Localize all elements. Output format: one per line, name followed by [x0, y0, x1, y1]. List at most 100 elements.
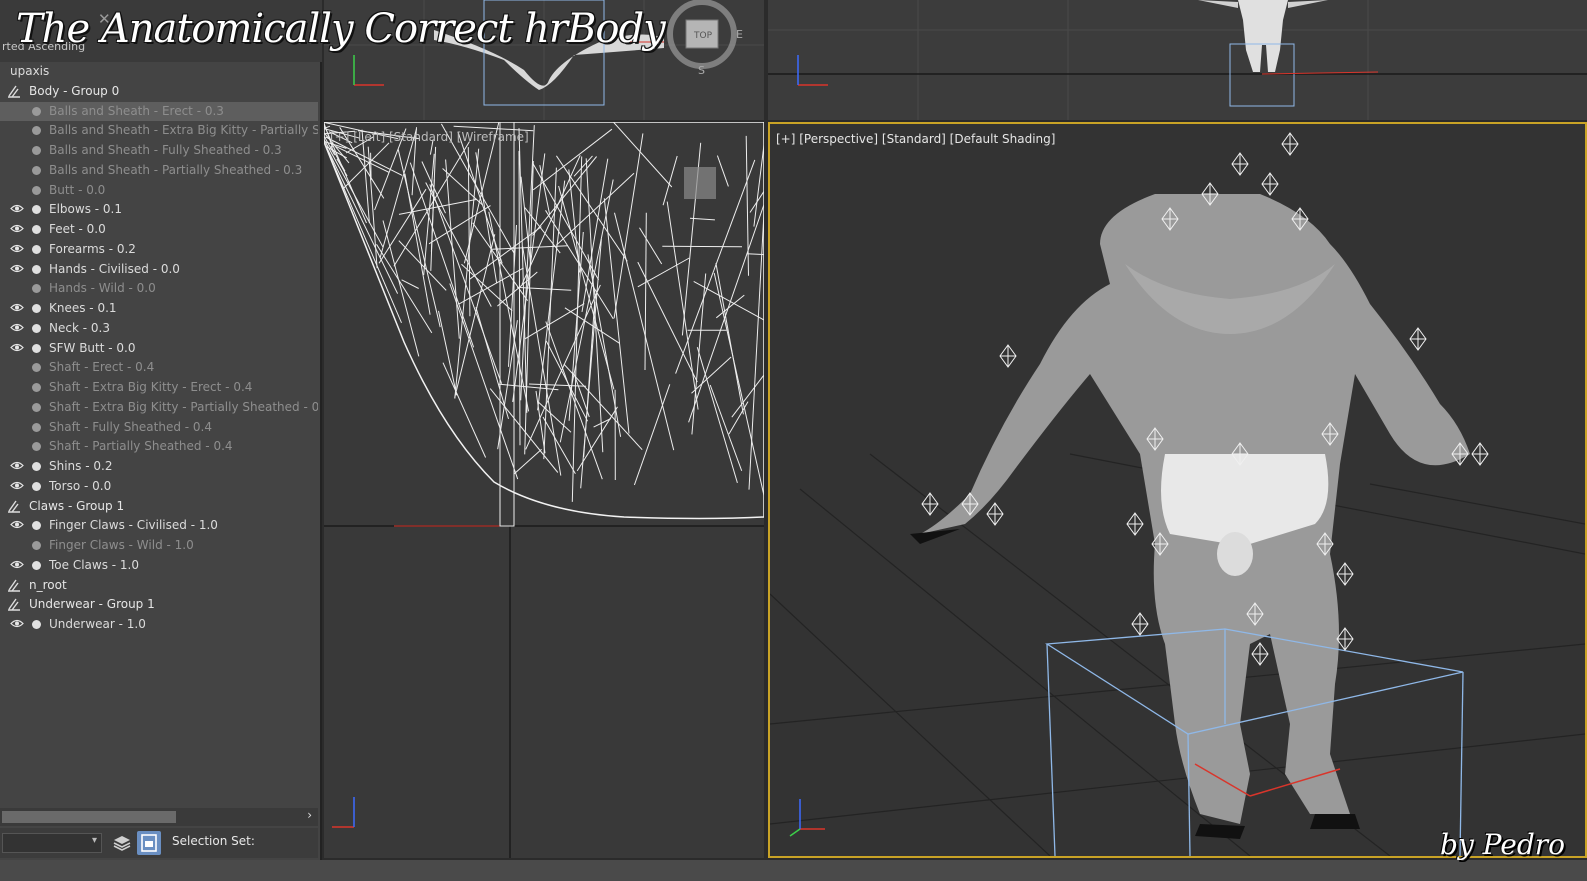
- object-dot-icon[interactable]: [32, 146, 41, 155]
- object-dot-icon[interactable]: [32, 521, 41, 531]
- tree-item-row[interactable]: Knees - 0.1: [0, 299, 318, 318]
- object-dot-icon[interactable]: [32, 383, 41, 392]
- viewport-left[interactable]: [+] [Left] [Standard] [Wireframe]: [324, 122, 764, 858]
- tree-item-row[interactable]: Hands - Wild - 0.0: [0, 279, 318, 298]
- object-dot-icon[interactable]: [32, 442, 41, 452]
- tree-row-label: upaxis: [10, 64, 50, 78]
- object-dot-icon[interactable]: [32, 284, 41, 294]
- visibility-eye-icon[interactable]: [10, 264, 24, 273]
- tree-item-row[interactable]: SFW Butt - 0.0: [0, 339, 318, 358]
- bone-diamond: [1261, 172, 1279, 196]
- tree-item-row[interactable]: Balls and Sheath - Partially Sheathed - …: [0, 161, 318, 180]
- wire-edge: [613, 133, 644, 319]
- horizontal-scrollbar[interactable]: ›: [0, 808, 318, 826]
- bone-diamond: [1126, 512, 1144, 536]
- wire-edge: [454, 148, 480, 399]
- visibility-eye-icon[interactable]: [10, 224, 24, 233]
- tree-item-row[interactable]: Hands - Civilised - 0.0: [0, 260, 318, 279]
- tree-item-row[interactable]: Shaft - Erect - 0.4: [0, 358, 318, 377]
- visibility-eye-icon[interactable]: [10, 560, 24, 569]
- object-dot-icon[interactable]: [32, 402, 41, 412]
- viewport-top-right[interactable]: [768, 0, 1587, 120]
- tree-item-row[interactable]: Shins - 0.2: [0, 457, 318, 476]
- object-dot-icon[interactable]: [32, 323, 41, 333]
- tree-item-row[interactable]: Shaft - Partially Sheathed - 0.4: [0, 437, 318, 456]
- viewcube[interactable]: TOP S E: [664, 0, 764, 80]
- wire-edge: [475, 307, 509, 420]
- bone-diamond: [1251, 642, 1269, 666]
- tree-item-row[interactable]: Butt - 0.0: [0, 181, 318, 200]
- visibility-eye-icon[interactable]: [10, 303, 24, 312]
- visibility-eye-icon[interactable]: [10, 204, 24, 213]
- wire-edge: [614, 212, 675, 451]
- visibility-eye-icon[interactable]: [10, 520, 24, 529]
- wire-edge: [449, 283, 519, 480]
- tree-row-label: Hands - Wild - 0.0: [49, 281, 156, 296]
- layers-icon[interactable]: [112, 833, 132, 853]
- tree-group-row[interactable]: Claws - Group 1: [0, 497, 318, 516]
- tree-item-row[interactable]: Balls and Sheath - Erect - 0.3: [0, 101, 318, 121]
- object-dot-icon[interactable]: [32, 363, 41, 373]
- visibility-eye-icon[interactable]: [10, 323, 24, 332]
- object-dot-icon[interactable]: [32, 225, 41, 234]
- left-viewport-label[interactable]: [+] [Left] [Standard] [Wireframe]: [330, 130, 529, 144]
- object-dot-icon[interactable]: [32, 560, 41, 570]
- tree-item-row[interactable]: Torso - 0.0: [0, 477, 318, 496]
- visibility-eye-icon[interactable]: [10, 619, 24, 628]
- object-dot-icon[interactable]: [32, 620, 41, 629]
- object-dot-icon[interactable]: [32, 185, 41, 195]
- wire-edge: [715, 263, 744, 415]
- tree-item-row[interactable]: Shaft - Extra Big Kitty - Erect - 0.4: [0, 378, 318, 397]
- wire-edge: [401, 279, 419, 289]
- wire-edge: [512, 153, 546, 403]
- object-dot-icon[interactable]: [32, 462, 41, 471]
- group-icon: [8, 500, 20, 513]
- tree-group-row[interactable]: Underwear - Group 1: [0, 595, 318, 614]
- tree-item-row[interactable]: Forearms - 0.2: [0, 240, 318, 259]
- wire-edge: [370, 152, 372, 180]
- explorer-combo[interactable]: [2, 833, 102, 853]
- selection-set-icon[interactable]: [137, 831, 161, 855]
- status-strip: [0, 860, 1587, 881]
- tree-item-row[interactable]: Balls and Sheath - Fully Sheathed - 0.3: [0, 141, 318, 160]
- scrollbar-thumb[interactable]: [2, 811, 176, 823]
- tree-item-row[interactable]: Shaft - Fully Sheathed - 0.4: [0, 418, 318, 437]
- visibility-eye-icon[interactable]: [10, 461, 24, 470]
- object-dot-icon[interactable]: [32, 422, 41, 432]
- tree-group-row[interactable]: Body - Group 0: [0, 82, 318, 101]
- visibility-eye-icon[interactable]: [10, 481, 24, 490]
- object-dot-icon[interactable]: [32, 165, 41, 175]
- object-dot-icon[interactable]: [32, 264, 41, 274]
- tree-row-label: Feet - 0.0: [49, 222, 106, 236]
- object-dot-icon[interactable]: [32, 106, 41, 116]
- perspective-viewport-label[interactable]: [+] [Perspective] [Standard] [Default Sh…: [776, 132, 1055, 146]
- viewport-perspective[interactable]: [+] [Perspective] [Standard] [Default Sh…: [768, 122, 1587, 858]
- tree-group-row[interactable]: n_root: [0, 576, 318, 595]
- bone-diamond: [1336, 627, 1354, 651]
- object-dot-icon[interactable]: [32, 126, 41, 136]
- object-dot-icon[interactable]: [32, 343, 41, 353]
- scroll-right-icon[interactable]: ›: [307, 808, 312, 822]
- visibility-eye-icon[interactable]: [10, 343, 24, 352]
- tree-row-label: Hands - Civilised - 0.0: [49, 261, 180, 276]
- object-dot-icon[interactable]: [32, 481, 41, 491]
- object-dot-icon[interactable]: [32, 304, 41, 313]
- tree-item-row[interactable]: upaxis: [0, 62, 318, 81]
- tree-item-row[interactable]: Balls and Sheath - Extra Big Kitty - Par…: [0, 121, 318, 140]
- top-right-viewport-canvas: [768, 0, 1587, 120]
- tree-item-row[interactable]: Elbows - 0.1: [0, 200, 318, 219]
- tree-item-row[interactable]: Underwear - 1.0: [0, 615, 318, 634]
- tree-item-row[interactable]: Toe Claws - 1.0: [0, 556, 318, 575]
- tree-item-row[interactable]: Finger Claws - Civilised - 1.0: [0, 516, 318, 535]
- object-dot-icon[interactable]: [32, 205, 41, 215]
- tree-item-row[interactable]: Feet - 0.0: [0, 220, 318, 239]
- object-dot-icon[interactable]: [32, 244, 41, 254]
- tree-item-row[interactable]: Neck - 0.3: [0, 319, 318, 338]
- visibility-eye-icon[interactable]: [10, 244, 24, 253]
- tree-item-row[interactable]: Finger Claws - Wild - 1.0: [0, 536, 318, 555]
- object-dot-icon[interactable]: [32, 541, 41, 550]
- bone-diamond: [999, 344, 1017, 368]
- overlay-credit: by Pedro: [1440, 828, 1565, 861]
- tree-item-row[interactable]: Shaft - Extra Big Kitty - Partially Shea…: [0, 398, 318, 417]
- bone-diamond: [1131, 612, 1149, 636]
